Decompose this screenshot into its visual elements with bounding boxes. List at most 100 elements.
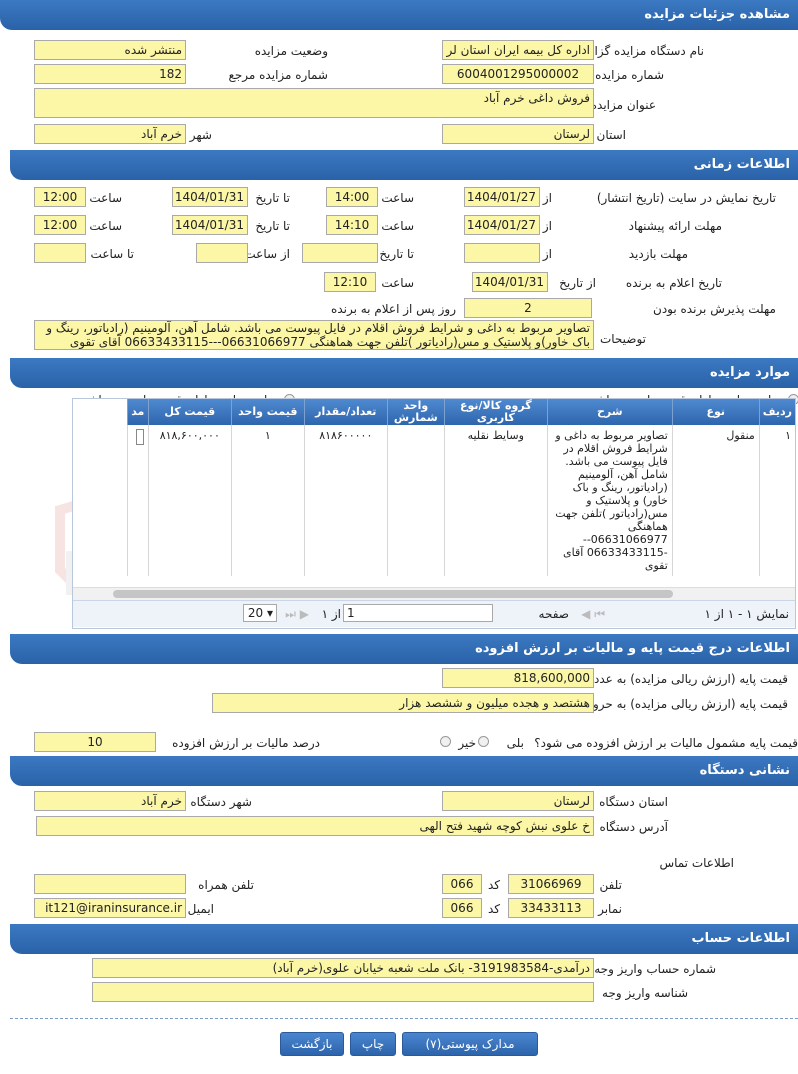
mobile-field[interactable] — [34, 874, 186, 894]
base-num-field[interactable]: 818,600,000 — [442, 668, 594, 688]
winner-time[interactable]: 12:10 — [324, 272, 376, 292]
vat-no-label: خیر — [458, 736, 476, 750]
items-table: ردیف نوع شرح گروه کالا/نوع کاربری واحد ش… — [126, 399, 795, 576]
table-row[interactable]: ۱ منقول تصاویر مربوط به داغی و شرایط فرو… — [126, 425, 795, 576]
items-header-row: ردیف نوع شرح گروه کالا/نوع کاربری واحد ش… — [126, 399, 795, 425]
horizontal-scrollbar[interactable] — [73, 587, 795, 600]
page-input[interactable]: 1 — [343, 604, 493, 622]
fax-field[interactable]: 33433113 — [508, 898, 594, 918]
vat-yes-label: بلی — [506, 736, 524, 750]
vat-pct-label: درصد مالیات بر ارزش افزوده — [172, 736, 320, 750]
back-button[interactable]: بازگشت — [280, 1032, 344, 1056]
province-field[interactable]: لرستان — [442, 124, 594, 144]
number-label: شماره مزایده — [595, 68, 664, 82]
col-index[interactable]: ردیف — [758, 399, 795, 425]
title-field[interactable]: فروش داغی خرم آباد — [34, 88, 594, 118]
offer-to-hour-label: ساعت — [89, 219, 122, 233]
ref-field[interactable]: 182 — [34, 64, 186, 84]
org-field[interactable]: اداره کل بیمه ایران استان لر — [442, 40, 594, 60]
email-field[interactable]: it121@iraninsurance.ir — [34, 898, 186, 918]
display-from-date[interactable]: 1404/01/27 — [464, 187, 540, 207]
visit-to-label: تا تاریخ — [379, 247, 414, 261]
accept-field[interactable]: 2 — [464, 298, 592, 318]
province-label: استان — [596, 128, 626, 142]
col-more[interactable]: مد — [126, 399, 149, 425]
visit-from-date[interactable] — [464, 243, 540, 263]
cell-index: ۱ — [758, 425, 795, 576]
cell-total: ۸۱۸,۶۰۰,۰۰۰ — [147, 425, 232, 576]
display-to-date[interactable]: 1404/01/31 — [172, 187, 248, 207]
vat-pct-field[interactable]: 10 — [34, 732, 156, 752]
section-header-price: اطلاعات درج قیمت پایه و مالیات بر ارزش ا… — [10, 634, 798, 664]
city-label: شهر — [189, 128, 212, 142]
fax-code-field[interactable]: 066 — [442, 898, 482, 918]
number-field[interactable]: 6004001295000002 — [442, 64, 594, 84]
dev-city-field[interactable]: خرم آباد — [34, 791, 186, 811]
visit-from-time[interactable] — [196, 243, 248, 263]
col-unit-price[interactable]: قیمت واحد — [230, 399, 305, 425]
col-total[interactable]: قیمت کل — [147, 399, 232, 425]
visit-to-time[interactable] — [34, 243, 86, 263]
dev-province-field[interactable]: لرستان — [442, 791, 594, 811]
desc-field[interactable]: تصاویر مربوط به داغی و شرایط فروش اقلام … — [34, 320, 594, 350]
winner-date[interactable]: 1404/01/31 — [472, 272, 548, 292]
pay-id-field[interactable] — [92, 982, 594, 1002]
visit-to-hour-label: تا ساعت — [90, 247, 134, 261]
page-size-select[interactable]: ▾ 20 — [243, 604, 277, 622]
chevron-down-icon: ▾ — [266, 606, 273, 620]
winner-hour-label: ساعت — [381, 276, 414, 290]
docs-button[interactable]: مدارک پیوستی(۷) — [402, 1032, 538, 1056]
col-group[interactable]: گروه کالا/نوع کاربری — [443, 399, 548, 425]
phone-label: تلفن — [599, 878, 622, 892]
base-word-label: قیمت پایه (ارزش ریالی مزایده) به حروف — [580, 697, 788, 711]
cell-desc: تصاویر مربوط به داغی و شرایط فروش اقلام … — [546, 425, 673, 576]
offer-to-date[interactable]: 1404/01/31 — [172, 215, 248, 235]
col-desc[interactable]: شرح — [546, 399, 673, 425]
pager-summary: نمایش ۱ - ۱ از ۱ — [704, 607, 789, 621]
pay-id-label: شناسه واریز وجه — [602, 986, 688, 1000]
display-from-time[interactable]: 14:00 — [326, 187, 378, 207]
offer-to-label: تا تاریخ — [255, 219, 290, 233]
base-word-field[interactable]: هشتصد و هجده میلیون و ششصد هزار — [212, 693, 594, 713]
first-page-icon[interactable]: ⏮ ◀ — [581, 607, 605, 622]
section-header-time: اطلاعات زمانی — [10, 150, 798, 180]
scrollbar-thumb[interactable] — [113, 590, 673, 598]
offer-from-hour-label: ساعت — [381, 219, 414, 233]
acc-field[interactable]: درآمدی-3191983584- بانک ملت شعبه خیابان … — [92, 958, 594, 978]
accept-suffix: روز پس از اعلام به برنده — [331, 302, 456, 316]
offer-from-time[interactable]: 14:10 — [326, 215, 378, 235]
visit-to-date[interactable] — [302, 243, 378, 263]
fax-label: نمابر — [598, 902, 622, 916]
mobile-label: تلفن همراه — [198, 878, 254, 892]
last-page-icon[interactable]: ▶ ⏭ — [285, 607, 309, 622]
cell-group: وسایط نقلیه — [443, 425, 548, 576]
vat-no-radio[interactable] — [440, 736, 451, 747]
dev-addr-field[interactable]: خ علوی نبش کوچه شهید فتح الهی — [36, 816, 594, 836]
print-button[interactable]: چاپ — [350, 1032, 396, 1056]
phone-code-field[interactable]: 066 — [442, 874, 482, 894]
display-to-time[interactable]: 12:00 — [34, 187, 86, 207]
cell-unit-price: ۱ — [230, 425, 305, 576]
desc-label: توضیحات — [599, 332, 646, 346]
col-type[interactable]: نوع — [671, 399, 760, 425]
col-qty[interactable]: تعداد/مقدار — [303, 399, 388, 425]
vat-question: قیمت پایه مشمول مالیات بر ارزش افزوده می… — [534, 736, 798, 750]
city-field[interactable]: خرم آباد — [34, 124, 186, 144]
section-header-address: نشانی دستگاه — [10, 756, 798, 786]
col-unit[interactable]: واحد شمارش — [386, 399, 445, 425]
display-to-label: تا تاریخ — [255, 191, 290, 205]
email-label: ایمیل — [187, 902, 214, 916]
dev-city-label: شهر دستگاه — [190, 795, 252, 809]
vat-yes-radio[interactable] — [478, 736, 489, 747]
offer-to-time[interactable]: 12:00 — [34, 215, 86, 235]
display-to-hour-label: ساعت — [89, 191, 122, 205]
phone-field[interactable]: 31066969 — [508, 874, 594, 894]
row-select-checkbox[interactable] — [135, 429, 144, 445]
offer-label: مهلت ارائه پیشنهاد — [628, 219, 722, 233]
cell-qty: ۸۱۸۶۰۰۰۰۰ — [303, 425, 388, 576]
display-from-hour-label: ساعت — [381, 191, 414, 205]
ref-label: شماره مزایده مرجع — [228, 68, 328, 82]
offer-from-date[interactable]: 1404/01/27 — [464, 215, 540, 235]
page-size-value: 20 — [247, 606, 264, 620]
status-field[interactable]: منتشر شده — [34, 40, 186, 60]
